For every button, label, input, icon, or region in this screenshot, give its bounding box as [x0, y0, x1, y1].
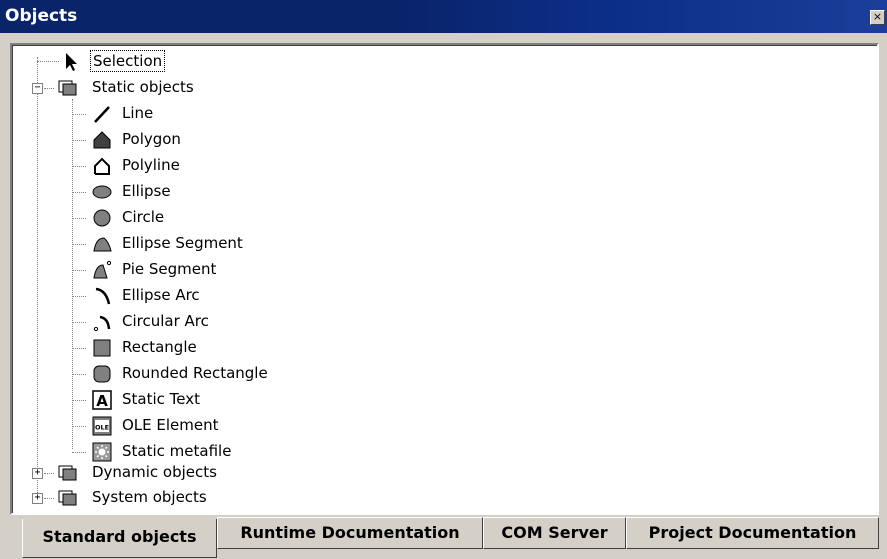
folder-stack-icon — [58, 465, 77, 481]
tree-item-polyline[interactable]: Polyline — [12, 154, 312, 178]
tab-runtime-documentation[interactable]: Runtime Documentation — [217, 517, 483, 549]
tree-item-label: Static Text — [122, 390, 200, 408]
tree-group-label: Dynamic objects — [92, 463, 217, 481]
tree-item-label: Ellipse Arc — [122, 286, 200, 304]
tree-item-ellipse[interactable]: Ellipse — [12, 180, 312, 204]
tree-item-line[interactable]: Line — [12, 102, 312, 126]
tree-group-dynamic-objects[interactable]: + Dynamic objects — [12, 461, 312, 485]
tree-item-static-text[interactable]: A Static Text — [12, 388, 312, 412]
ellipse-segment-icon — [93, 237, 112, 252]
object-tree[interactable]: Selection − Static objects Line Polygon — [10, 43, 879, 515]
tree-connector — [44, 88, 54, 89]
folder-stack-icon — [58, 80, 77, 96]
tree-item-label: Polyline — [122, 156, 180, 174]
tree-item-label: Static metafile — [122, 442, 232, 460]
pie-segment-icon — [93, 260, 112, 279]
tree-item-selection[interactable]: Selection — [12, 50, 312, 74]
circular-arc-icon — [93, 315, 111, 332]
tree-group-system-objects[interactable]: + System objects — [12, 486, 312, 510]
tree-connector — [44, 498, 54, 499]
tree-connector — [72, 322, 86, 323]
tree-item-rounded-rectangle[interactable]: Rounded Rectangle — [12, 362, 312, 386]
expand-toggle[interactable]: + — [32, 468, 43, 479]
ellipse-arc-icon — [95, 287, 111, 305]
tree-item-label: Polygon — [122, 130, 181, 148]
tree-connector — [72, 270, 86, 271]
line-icon — [94, 106, 110, 123]
tree-item-circular-arc[interactable]: Circular Arc — [12, 310, 312, 334]
tree-item-polygon[interactable]: Polygon — [12, 128, 312, 152]
tree-group-label: System objects — [92, 488, 207, 506]
static-text-icon: A — [92, 390, 112, 410]
tree-item-rectangle[interactable]: Rectangle — [12, 336, 312, 360]
tree-item-label: Selection — [90, 50, 166, 72]
tab-com-server[interactable]: COM Server — [483, 517, 626, 549]
tree-connector — [72, 192, 86, 193]
folder-stack-icon — [58, 490, 77, 506]
tree-item-label: Pie Segment — [122, 260, 217, 278]
tree-connector — [72, 296, 86, 297]
tree-item-label: Ellipse — [122, 182, 171, 200]
ole-element-icon: OLE — [92, 416, 112, 436]
tree-item-label: Rounded Rectangle — [122, 364, 268, 382]
tree-connector — [72, 400, 86, 401]
tree-item-ellipse-segment[interactable]: Ellipse Segment — [12, 232, 312, 256]
polyline-icon — [94, 157, 110, 175]
objects-window: Objects × Selection − Static objects Lin… — [0, 0, 887, 559]
polygon-icon — [93, 131, 111, 149]
tab-standard-objects[interactable]: Standard objects — [22, 519, 217, 558]
tree-connector — [72, 374, 86, 375]
ole-icon-label: OLE — [95, 424, 109, 432]
rectangle-icon — [93, 339, 111, 357]
tree-connector — [72, 244, 86, 245]
tree-connector — [72, 218, 86, 219]
tree-connector — [72, 452, 86, 453]
tree-connector — [72, 114, 86, 115]
arrow-pointer-icon — [66, 53, 77, 71]
tree-item-label: Line — [122, 104, 154, 122]
window-title: Objects — [5, 6, 78, 26]
tree-item-label: OLE Element — [122, 416, 219, 434]
title-bar[interactable]: Objects × — [0, 0, 887, 33]
tree-connector — [44, 473, 54, 474]
collapse-toggle[interactable]: − — [32, 83, 43, 94]
tree-item-label: Rectangle — [122, 338, 197, 356]
circle-icon — [93, 209, 111, 227]
tab-strip: Standard objects Runtime Documentation C… — [0, 513, 887, 559]
static-text-icon-letter: A — [96, 392, 108, 410]
expand-toggle[interactable]: + — [32, 493, 43, 504]
tree-connector — [72, 426, 86, 427]
tree-connector — [72, 140, 86, 141]
tree-group-static-objects[interactable]: − Static objects — [12, 76, 312, 100]
tree-item-pie-segment[interactable]: Pie Segment — [12, 258, 312, 282]
tree-group-label: Static objects — [92, 78, 194, 96]
tree-connector — [72, 166, 86, 167]
tree-item-label: Circular Arc — [122, 312, 209, 330]
tree-item-ellipse-arc[interactable]: Ellipse Arc — [12, 284, 312, 308]
tree-connector — [72, 348, 86, 349]
ellipse-icon — [92, 185, 112, 199]
static-metafile-icon — [92, 442, 112, 462]
tree-item-label: Circle — [122, 208, 165, 226]
close-button[interactable]: × — [870, 10, 885, 25]
tab-project-documentation[interactable]: Project Documentation — [626, 517, 879, 549]
tree-item-ole-element[interactable]: OLE OLE Element — [12, 414, 312, 438]
rounded-rectangle-icon — [93, 365, 111, 383]
tree-item-label: Ellipse Segment — [122, 234, 243, 252]
tree-item-circle[interactable]: Circle — [12, 206, 312, 230]
